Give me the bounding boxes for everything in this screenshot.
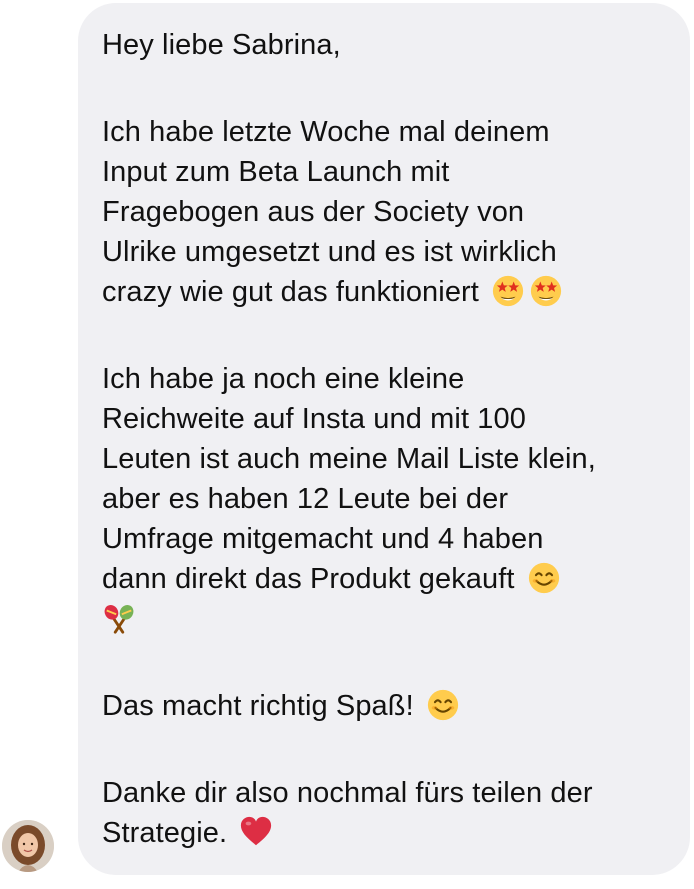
text-line-with-emoji: dann direkt das Produkt gekauft: [102, 559, 670, 599]
smiling-face-emoji-icon: [527, 561, 561, 595]
sender-avatar[interactable]: [2, 820, 54, 872]
paragraph-3: Das macht richtig Spaß!: [102, 686, 670, 726]
text-line-with-emoji: Strategie.: [102, 813, 670, 853]
text-line: crazy wie gut das funktioniert: [102, 276, 479, 308]
greeting-line: Hey liebe Sabrina,: [102, 29, 341, 61]
greeting-text: Hey liebe Sabrina,: [102, 25, 670, 65]
text-line: Reichweite auf Insta und mit 100: [102, 403, 526, 435]
text-line: Input zum Beta Launch mit: [102, 156, 450, 188]
maracas-emoji-icon: [102, 601, 136, 635]
text-line: Leuten ist auch meine Mail Liste klein,: [102, 443, 596, 475]
text-line: dann direkt das Produkt gekauft: [102, 563, 515, 595]
message-bubble[interactable]: Hey liebe Sabrina, Ich habe letzte Woche…: [78, 3, 690, 875]
text-line-with-emoji: Das macht richtig Spaß!: [102, 686, 670, 726]
text-line: Danke dir also nochmal fürs teilen der: [102, 777, 593, 809]
text-line: Umfrage mitgemacht und 4 haben: [102, 523, 544, 555]
smiling-face-emoji-icon: [426, 688, 460, 722]
emoji-line: [102, 599, 670, 639]
text-line: Fragebogen aus der Society von: [102, 196, 525, 228]
red-heart-emoji-icon: [239, 815, 273, 849]
text-line: Strategie.: [102, 817, 228, 849]
text-line: Ulrike umgesetzt und es ist wirklich: [102, 236, 557, 268]
paragraph-4: Danke dir also nochmal fürs teilen der S…: [102, 773, 670, 853]
text-line: Das macht richtig Spaß!: [102, 690, 414, 722]
star-struck-emoji-icon: [529, 274, 563, 308]
avatar-image: [2, 820, 54, 872]
text-line: Ich habe ja noch eine kleine: [102, 363, 465, 395]
paragraph-1: Ich habe letzte Woche mal deinem Input z…: [102, 112, 670, 312]
text-line: Ich habe letzte Woche mal deinem: [102, 116, 550, 148]
text-line-with-emoji: crazy wie gut das funktioniert: [102, 272, 670, 312]
paragraph-2: Ich habe ja noch eine kleine Reichweite …: [102, 359, 670, 639]
text-line: aber es haben 12 Leute bei der: [102, 483, 509, 515]
star-struck-emoji-icon: [491, 274, 525, 308]
